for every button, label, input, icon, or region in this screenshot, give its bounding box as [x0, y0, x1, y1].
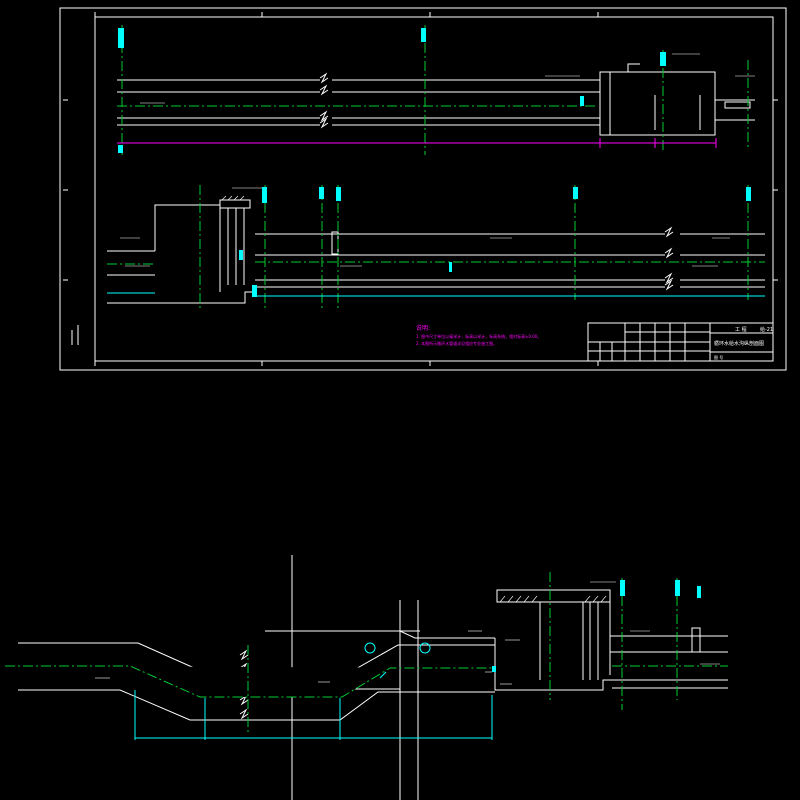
- sheet-lower-dimension: [107, 292, 765, 297]
- sheet-lower-centerlines: [107, 185, 765, 310]
- frame-ticks: [63, 12, 778, 366]
- cad-drawing-canvas[interactable]: 说明: 1. 图中尺寸单位以毫米计，标高以米计，标高系统，相对标高±0.00。 …: [0, 0, 800, 800]
- side-stamp: [71, 325, 79, 345]
- notes-line-1: 1. 图中尺寸单位以毫米计，标高以米计，标高系统，相对标高±0.00。: [416, 333, 541, 339]
- detail-level-marks: [492, 580, 701, 672]
- break-mark-lower: [664, 226, 674, 291]
- upper-dimension: [117, 138, 717, 148]
- break-mark-upper: [319, 72, 329, 129]
- title-block-number: 给-21: [760, 326, 773, 333]
- notes-heading: 说明:: [416, 324, 430, 332]
- sheet-lower-profile: [107, 199, 765, 304]
- sheet-lower-labels: [120, 187, 730, 267]
- sheet-hatch-wall: [221, 195, 245, 201]
- notes-line-2: 2. 本图所示循环水管道详见相应专业施工图。: [416, 340, 497, 346]
- detail-centerlines: [5, 572, 728, 735]
- upper-level-marks: [118, 28, 666, 153]
- sheet-frame: [59, 7, 787, 371]
- upper-profile: [117, 63, 755, 136]
- detail-hatch-top: [499, 595, 607, 603]
- title-block-drawing-title: 循环水给水沟纵剖面图: [714, 340, 764, 347]
- title-block-project: 工 程: [735, 326, 747, 333]
- title-block-sheet-label: 图 号: [714, 354, 723, 360]
